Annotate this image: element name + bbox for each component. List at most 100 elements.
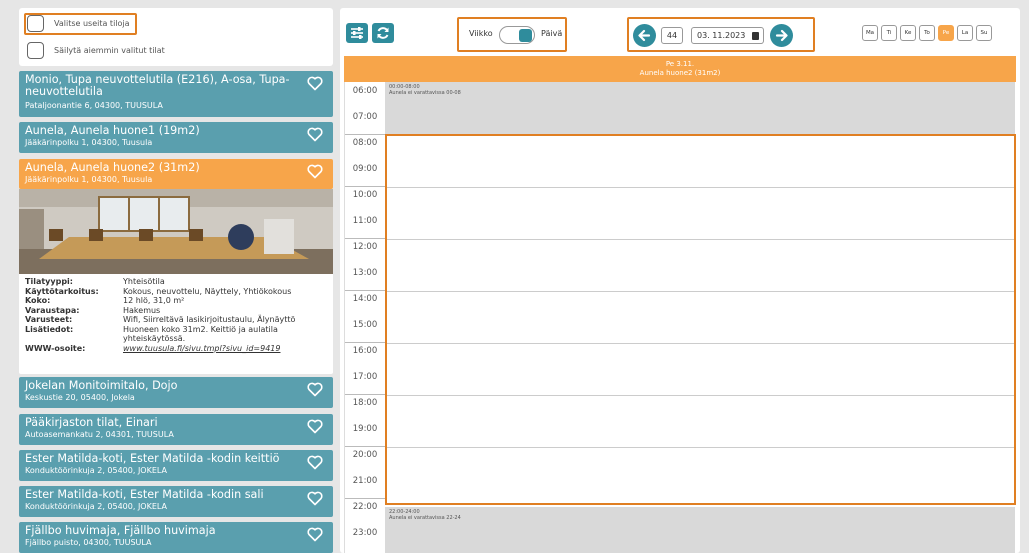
room-item[interactable]: Ester Matilda-koti, Ester Matilda -kodin… (19, 450, 333, 481)
day-button-to[interactable]: To (919, 25, 935, 41)
hour-label: 22:00 (352, 502, 378, 512)
info-key: Varusteet: (25, 315, 73, 324)
room-title: Jokelan Monitoimitalo, Dojo (25, 379, 178, 392)
favorite-heart-icon[interactable] (307, 419, 323, 434)
info-key: Tilatyyppi: (25, 277, 73, 286)
header-date: Pe 3.11. (665, 60, 695, 68)
hour-label: 20:00 (352, 450, 378, 460)
day-button-la[interactable]: La (957, 25, 973, 41)
date-navigation: 44 03. 11.2023 (627, 17, 815, 52)
info-value: 12 hlö, 31,0 m² (123, 296, 185, 305)
info-value: Wifi, Siirreltävä lasikirjoitustaulu, Äl… (123, 315, 296, 324)
hour-divider (345, 342, 385, 343)
info-key: Lisätiedot: (25, 324, 74, 334)
calendar-icon[interactable] (752, 32, 759, 40)
info-row: Varaustapa: Hakemus (25, 306, 323, 316)
hour-label: 18:00 (352, 398, 378, 408)
room-address: Jääkärinpolku 1, 04300, Tuusula (25, 175, 153, 184)
room-item[interactable]: Pääkirjaston tilat, Einari Autoasemankat… (19, 414, 333, 445)
room-title: Aunela, Aunela huone1 (19m2) (25, 124, 200, 137)
day-view-label: Päivä (541, 29, 563, 38)
hour-label: 06:00 (352, 86, 378, 96)
info-row: Lisätiedot: Huoneen koko 31m2. Keittiö ja… (25, 325, 323, 344)
arrow-right-icon (775, 29, 788, 42)
refresh-icon (377, 27, 389, 39)
refresh-button[interactable] (372, 23, 394, 43)
keep-selected-checkbox[interactable] (27, 42, 44, 59)
grid-line (387, 447, 1014, 448)
bookable-area[interactable] (385, 134, 1016, 505)
filter-button[interactable] (346, 23, 368, 43)
favorite-heart-icon[interactable] (307, 491, 323, 506)
hour-divider (345, 498, 385, 499)
hour-label: 14:00 (352, 294, 378, 304)
day-button-ti[interactable]: Ti (881, 25, 897, 41)
week-number-field[interactable]: 44 (661, 27, 683, 44)
header-room: Aunela huone2 (31m2) (639, 69, 721, 77)
favorite-heart-icon[interactable] (307, 527, 323, 542)
info-key: Käyttötarkoitus: (25, 286, 99, 296)
room-list-panel: Valitse useita tiloja Säilytä aiemmin va… (19, 8, 333, 553)
calendar-panel: Viikko Päivä 44 03. 11.2023 Ma Ti Ke To … (340, 8, 1020, 553)
room-address: Jääkärinpolku 1, 04300, Tuusula (25, 138, 153, 147)
info-row: Käyttötarkoitus: Kokous, neuvottelu, Näyt… (25, 287, 323, 297)
hour-label: 08:00 (352, 138, 378, 148)
grid-line (387, 395, 1014, 396)
info-row: WWW-osoite: www.tuusula.fi/sivu.tmpl?sivu… (25, 344, 323, 354)
favorite-heart-icon[interactable] (307, 127, 323, 142)
www-link[interactable]: www.tuusula.fi/sivu.tmpl?sivu_id=9419 (123, 344, 323, 354)
select-multiple-option[interactable]: Valitse useita tiloja (27, 15, 130, 32)
room-photo (19, 189, 333, 274)
day-button-pe[interactable]: Pe (938, 25, 954, 41)
room-item[interactable]: Jokelan Monitoimitalo, Dojo Keskustie 20… (19, 377, 333, 408)
block-note: Aunela ei varattavissa 00-08 (389, 89, 461, 96)
room-title: Ester Matilda-koti, Ester Matilda -kodin… (25, 488, 264, 501)
info-value: Huoneen koko 31m2. Keittiö ja aulatila y… (123, 324, 278, 344)
room-item-selected[interactable]: Aunela, Aunela huone2 (31m2) Jääkärinpol… (19, 159, 333, 189)
room-title: Aunela, Aunela huone2 (31m2) (25, 161, 200, 174)
favorite-heart-icon[interactable] (307, 455, 323, 470)
favorite-heart-icon[interactable] (307, 76, 323, 91)
previous-button[interactable] (633, 24, 656, 47)
select-multiple-label: Valitse useita tiloja (54, 19, 130, 28)
select-multiple-checkbox[interactable] (27, 15, 44, 32)
room-title: Fjällbo huvimaja, Fjällbo huvimaja (25, 524, 216, 537)
hour-divider (345, 134, 385, 135)
hour-label: 10:00 (352, 190, 378, 200)
room-item[interactable]: Aunela, Aunela huone1 (19m2) Jääkärinpol… (19, 122, 333, 153)
room-address: Konduktöörinkuja 2, 05400, JOKELA (25, 466, 168, 475)
favorite-heart-icon[interactable] (307, 382, 323, 397)
hour-divider (345, 446, 385, 447)
hour-label: 07:00 (352, 112, 378, 122)
day-button-su[interactable]: Su (976, 25, 992, 41)
favorite-heart-icon[interactable] (307, 164, 323, 179)
arrow-left-icon (638, 29, 651, 42)
room-address: Fjällbo puisto, 04300, TUUSULA (25, 538, 152, 547)
info-value: Yhteisötila (123, 277, 165, 286)
room-item[interactable]: Monio, Tupa neuvottelutila (E216), A-osa… (19, 71, 333, 117)
hour-label: 16:00 (352, 346, 378, 356)
selection-options: Valitse useita tiloja Säilytä aiemmin va… (19, 8, 333, 66)
sliders-icon (351, 27, 363, 39)
day-button-ke[interactable]: Ke (900, 25, 916, 41)
room-address: Konduktöörinkuja 2, 05400, JOKELA (25, 502, 168, 511)
next-button[interactable] (770, 24, 793, 47)
room-title: Pääkirjaston tilat, Einari (25, 416, 158, 429)
info-row: Varusteet: Wifi, Siirreltävä lasikirjoitu… (25, 315, 323, 325)
date-field[interactable]: 03. 11.2023 (691, 27, 764, 44)
weekday-selector: Ma Ti Ke To Pe La Su (862, 25, 992, 41)
view-toggle: Viikko Päivä (457, 17, 567, 52)
hour-label: 13:00 (352, 268, 378, 278)
room-item[interactable]: Fjällbo huvimaja, Fjällbo huvimaja Fjäll… (19, 522, 333, 553)
info-key: WWW-osoite: (25, 343, 86, 353)
grid-line (387, 291, 1014, 292)
day-button-ma[interactable]: Ma (862, 25, 878, 41)
hour-label: 23:00 (352, 528, 378, 538)
room-detail-card: Tilatyyppi: Yhteisötila Käyttötarkoitus: K… (19, 189, 333, 374)
grid-line (387, 239, 1014, 240)
hour-divider (345, 290, 385, 291)
room-item[interactable]: Ester Matilda-koti, Ester Matilda -kodin… (19, 486, 333, 517)
view-switch[interactable] (499, 26, 535, 44)
keep-selected-option[interactable]: Säilytä aiemmin valitut tilat (27, 42, 165, 59)
unavailable-block-evening: 22:00-24:00 Aunela ei varattavissa 22-24 (385, 507, 1015, 553)
